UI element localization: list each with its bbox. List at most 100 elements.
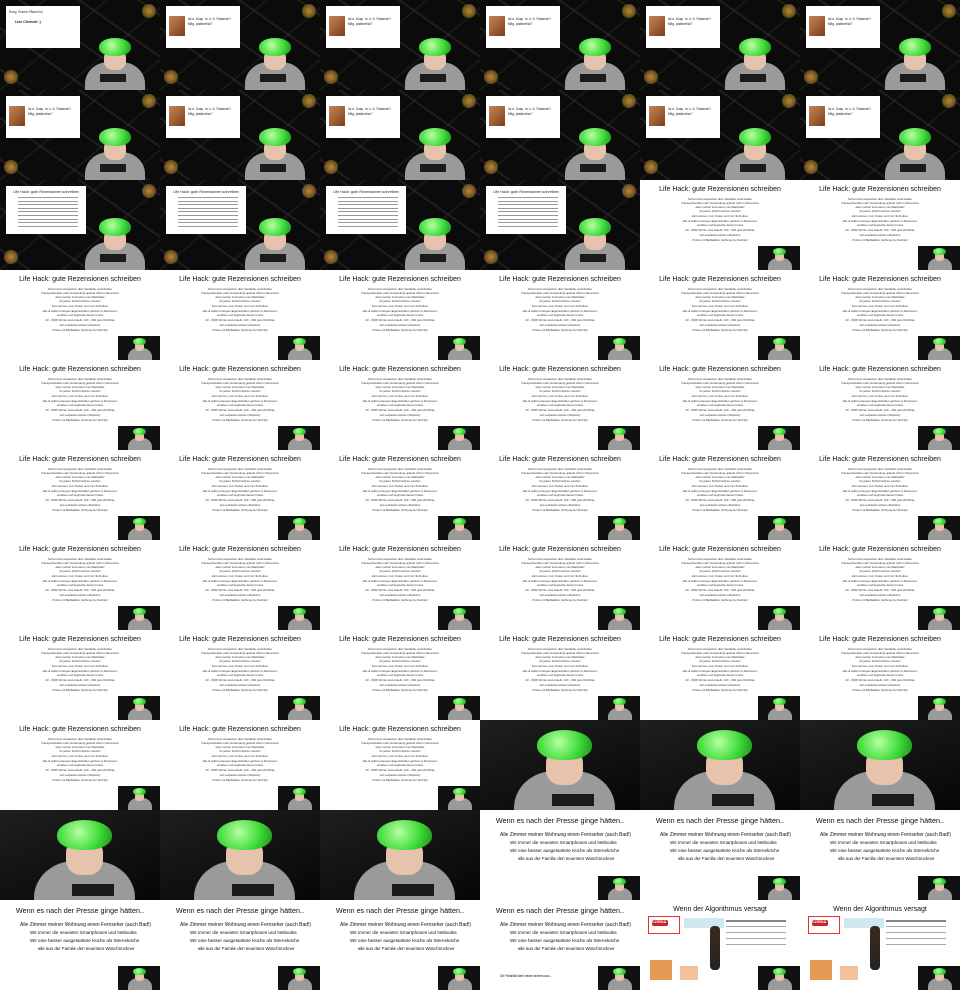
ad-text-line (726, 944, 786, 945)
slide-bullet: alle aus der Familie den teuersten Wasch… (358, 946, 455, 951)
webcam-inset (118, 786, 160, 810)
webcam-inset (278, 786, 320, 810)
green-hair (738, 128, 772, 146)
frame-thumbnail: Life Hack: gute Rezensionen schreiben (320, 180, 480, 270)
slide-bullet: Prüfen mit Badbalditer (Achtung bei Tech… (852, 688, 908, 692)
slide-bullet: Zu jedem Schritt Notizen machen (379, 389, 421, 393)
stage-light (622, 94, 636, 108)
frame-thumbnail: Ist d. Susp. m. k. K. Rotarsch? Mitg. pla… (800, 90, 960, 180)
slide-text-line (178, 204, 238, 206)
frame-thumbnail: Life Hack: gute Rezensionen schreiben Sch… (800, 360, 960, 450)
slide-text-line (338, 207, 398, 209)
slide-heading: Life Hack: gute Rezensionen schreiben (19, 366, 141, 373)
slide-bullet: Zu jedem Schritt Notizen machen (699, 389, 741, 393)
laptop (260, 74, 286, 82)
green-hair (578, 128, 612, 146)
frame-thumbnail: Ist d. Susp. m. k. K. Rotarsch? Mitg. pla… (640, 90, 800, 180)
frame-thumbnail: Life Hack: gute Rezensionen schreiben Sch… (0, 720, 160, 810)
green-hair (613, 878, 627, 886)
projected-slide: Ist d. Susp. m. k. K. Rotarsch? Mitg. pla… (646, 96, 720, 138)
slide-bullet: Zeit nehmen, zum Testen und zum Schreibe… (531, 664, 589, 668)
slide-bullet: Zu jedem Schritt Notizen machen (699, 209, 741, 213)
slide-bullet: Auf Lesbarkeit achten (Absätze!) (699, 683, 741, 687)
slide-bullet: Auf Lesbarkeit achten (Absätze!) (219, 323, 261, 327)
slide-bullet: Zeit nehmen, zum Testen und zum Schreibe… (691, 214, 749, 218)
ad-product (680, 966, 698, 980)
slide-bullet: Prüfen mit Badbalditer (Achtung bei Tech… (692, 238, 748, 242)
slide-bullet: Auf Lesbarkeit achten (Absätze!) (699, 413, 741, 417)
slide-heading: Life Hack: gute Rezensionen schreiben (499, 546, 621, 553)
slide-bullet: Wir immer die neuesten Smartphones und N… (190, 930, 297, 935)
slide-bullet: Prüfen mit Badbalditer (Achtung bei Tech… (372, 328, 428, 332)
projected-slide: Ist d. Susp. m. k. K. Rotarsch? Mitg. pla… (326, 6, 400, 48)
slide-heading: Life Hack: gute Rezensionen schreiben (492, 190, 560, 194)
slide-bullet: Wir immer die neuesten Smartphones und N… (830, 840, 937, 845)
slide-bullet: erwähne und begründe deinen Fokus (376, 493, 424, 497)
webcam-inset (758, 966, 800, 990)
ad-text-line (886, 926, 946, 927)
green-hair (933, 428, 947, 436)
stage-light (142, 4, 156, 18)
frame-thumbnail: Life Hack: gute Rezensionen schreiben Sch… (800, 270, 960, 360)
frame-thumbnail: Ist d. Susp. m. k. K. Rotarsch? Mitg. pla… (480, 0, 640, 90)
green-hair (258, 38, 292, 56)
slide-bullet: Prüfen mit Badbalditer (Achtung bei Tech… (372, 688, 428, 692)
slide-bullet: Zeit nehmen, zum Testen und zum Schreibe… (531, 484, 589, 488)
frame-thumbnail: Life Hack: gute Rezensionen schreiben Sch… (800, 180, 960, 270)
webcam-inset (758, 426, 800, 450)
slide-bullet: Alle Zimmer meiner Wohnung einen Fernseh… (500, 832, 632, 838)
slide-bullet: 20 – 5000 Wörter sind erlaubt, 100 – 500… (365, 678, 435, 682)
slide-bullet: Zeit nehmen, zum Testen und zum Schreibe… (691, 574, 749, 578)
slide-bullet: Zu jedem Schritt Notizen machen (539, 659, 581, 663)
laptop (72, 884, 114, 896)
slide-bullet: 20 – 5000 Wörter sind erlaubt, 100 – 500… (685, 678, 755, 682)
slide-heading: Life Hack: gute Rezensionen schreiben (819, 456, 941, 463)
slide-bullet: Auf Lesbarkeit achten (Absätze!) (59, 413, 101, 417)
stage-light (484, 250, 498, 264)
frame-thumbnail: Life Hack: gute Rezensionen schreiben Sch… (640, 450, 800, 540)
ad-figure (870, 926, 880, 970)
webcam-inset (278, 336, 320, 360)
slide-bullet: Prüfen mit Badbalditer (Achtung bei Tech… (212, 778, 268, 782)
slide-bullet: Alle Zimmer meiner Wohnung einen Fernseh… (820, 832, 952, 838)
frame-thumbnail (800, 720, 960, 810)
slide-title: Lise Clement :) (15, 20, 41, 24)
slide-bullet: Auf Lesbarkeit achten (Absätze!) (539, 593, 581, 597)
slide-bullet: Auf Lesbarkeit achten (Absätze!) (219, 773, 261, 777)
slide-bullet: 20 – 5000 Wörter sind erlaubt, 100 – 500… (685, 228, 755, 232)
slide-bullet: Zu jedem Schritt Notizen machen (379, 479, 421, 483)
slide-bullet: Zeit nehmen, zum Testen und zum Schreibe… (531, 394, 589, 398)
green-hair (56, 820, 112, 850)
slide-text-line (18, 200, 78, 202)
stage-light (302, 94, 316, 108)
slide-text-line (498, 218, 558, 220)
green-hair (933, 248, 947, 256)
green-hair (773, 518, 787, 526)
green-hair (696, 730, 752, 760)
frame-thumbnail (640, 720, 800, 810)
slide-bullet: Zeit nehmen, zum Testen und zum Schreibe… (851, 574, 909, 578)
laptop (712, 794, 754, 806)
slide-bullet: Zeit nehmen, zum Testen und zum Schreibe… (851, 484, 909, 488)
slide-bullet: 20 – 5000 Wörter sind erlaubt, 100 – 500… (845, 678, 915, 682)
slide-bullet: erwähne und begründe deinen Fokus (856, 223, 904, 227)
slide-line: Mitg. platzierbar? (828, 22, 853, 26)
slide-photo (329, 106, 345, 126)
webcam-inset (438, 336, 480, 360)
green-hair (98, 128, 132, 146)
slide-text-line (18, 207, 78, 209)
slide-bullet: 20 – 5000 Wörter sind erlaubt, 100 – 500… (205, 408, 275, 412)
stage-light (804, 70, 818, 84)
slide-bullet: Zu jedem Schritt Notizen machen (699, 569, 741, 573)
stage-light (4, 250, 18, 264)
slide-line: Mitg. platzierbar? (668, 112, 693, 116)
frame-thumbnail: Ist d. Susp. m. k. K. Rotarsch? Mitg. pla… (160, 90, 320, 180)
slide-bullet: Zu jedem Schritt Notizen machen (859, 299, 901, 303)
ad-brand: CORSA (652, 919, 667, 924)
slide-bullet: Auf Lesbarkeit achten (Absätze!) (219, 503, 261, 507)
green-hair (578, 218, 612, 236)
slide-bullet: 20 – 5000 Wörter sind erlaubt, 100 – 500… (845, 498, 915, 502)
green-hair (98, 38, 132, 56)
webcam-inset (758, 516, 800, 540)
green-hair (613, 428, 627, 436)
